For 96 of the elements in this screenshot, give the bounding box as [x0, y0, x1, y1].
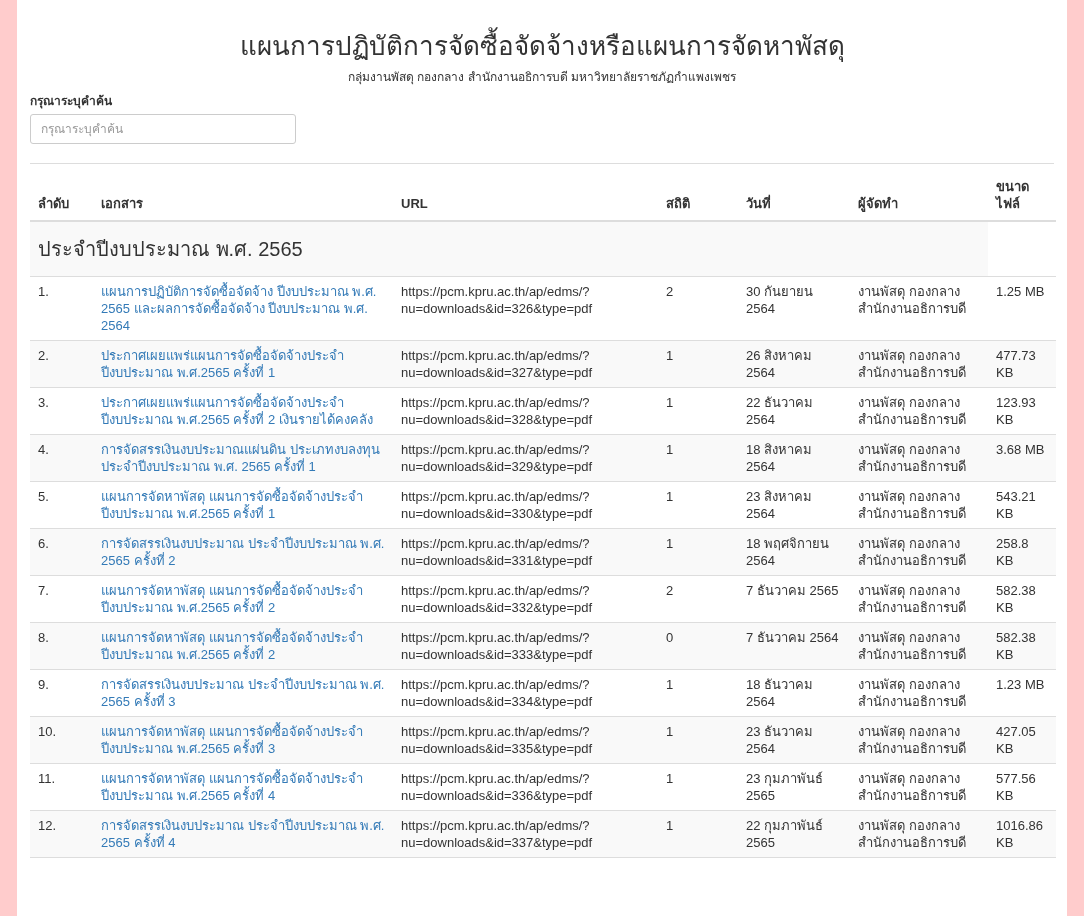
table-cell-text: 1: [666, 441, 675, 458]
document-link[interactable]: แผนการจัดหาพัสดุ แผนการจัดซื้อจัดจ้างประจำปีงบประมาณ พ.ศ.2565 ครั้งที่ 3: [101, 723, 385, 757]
table-cell-text: งานพัสดุ กองกลาง สำนักงานอธิการบดี: [858, 347, 967, 381]
table-cell-text: 30 กันยายน 2564: [746, 283, 815, 317]
table-cell-text: 4.: [38, 441, 50, 458]
page-title: แผนการปฏิบัติการจัดซื้อจัดจ้างหรือแผนการจัดหาพัสดุ: [30, 28, 1054, 64]
table-cell-text: 1: [666, 723, 675, 740]
column-header: วันที่: [746, 196, 771, 211]
table-cell-text: งานพัสดุ กองกลาง สำนักงานอธิการบดี: [858, 723, 967, 757]
table-cell-text: 10.: [38, 723, 58, 740]
table-cell-text: 258.8 KB: [996, 535, 1030, 569]
document-link[interactable]: ประกาศเผยแพร่แผนการจัดซื้อจัดจ้างประจำปีงบประมาณ พ.ศ.2565 ครั้งที่ 2 เงินรายได้คงคลัง: [101, 394, 385, 428]
table-cell-text: 2: [666, 283, 675, 300]
column-header: ผู้จัดทำ: [858, 196, 898, 211]
table-cell-text: 11.: [38, 770, 57, 787]
table-cell-text: https://pcm.kpru.ac.th/ap/edms/?nu=downloads&id=336&type=pdf: [401, 770, 594, 804]
table-cell-text: 2.: [38, 347, 50, 364]
table-cell-text: 7 ธันวาคม 2564: [746, 629, 840, 646]
table-cell-text: 26 สิงหาคม 2564: [746, 347, 814, 381]
table-cell-text: https://pcm.kpru.ac.th/ap/edms/?nu=downloads&id=333&type=pdf: [401, 629, 594, 663]
column-header: ขนาดไฟล์: [996, 179, 1029, 211]
column-header: URL: [401, 196, 428, 211]
table-cell-text: 1.25 MB: [996, 283, 1046, 300]
table-cell-text: 9.: [38, 676, 50, 693]
document-link[interactable]: การจัดสรรเงินงบประมาณแผ่นดิน ประเภทงบลงทุน ประจำปีงบประมาณ พ.ศ. 2565 ครั้งที่ 1: [101, 441, 385, 475]
table-cell-text: https://pcm.kpru.ac.th/ap/edms/?nu=downloads&id=335&type=pdf: [401, 723, 594, 757]
table-cell-text: 1: [666, 676, 675, 693]
table-cell-text: 577.56 KB: [996, 770, 1037, 804]
search-field[interactable]: กรุณาระบุคำค้น: [30, 114, 296, 144]
table-cell-text: 18 ธันวาคม 2564: [746, 676, 815, 710]
table-cell-text: 3.68 MB: [996, 441, 1046, 458]
group-heading: ประจำปีงบประมาณ พ.ศ. 2565: [38, 238, 303, 260]
document-link[interactable]: แผนการจัดหาพัสดุ แผนการจัดซื้อจัดจ้างประจำปีงบประมาณ พ.ศ.2565 ครั้งที่ 2: [101, 582, 385, 616]
table-cell-text: 123.93 KB: [996, 394, 1037, 428]
table-cell-text: งานพัสดุ กองกลาง สำนักงานอธิการบดี: [858, 441, 967, 475]
document-link[interactable]: ประกาศเผยแพร่แผนการจัดซื้อจัดจ้างประจำปีงบประมาณ พ.ศ.2565 ครั้งที่ 1: [101, 347, 385, 381]
table-cell-text: 7.: [38, 582, 50, 599]
table-cell-text: https://pcm.kpru.ac.th/ap/edms/?nu=downloads&id=332&type=pdf: [401, 582, 594, 616]
table-cell-text: 18 สิงหาคม 2564: [746, 441, 814, 475]
search-label: กรุณาระบุคำค้น: [30, 93, 112, 110]
document-link[interactable]: แผนการจัดหาพัสดุ แผนการจัดซื้อจัดจ้างประจำปีงบประมาณ พ.ศ.2565 ครั้งที่ 2: [101, 629, 385, 663]
table-cell-text: https://pcm.kpru.ac.th/ap/edms/?nu=downloads&id=331&type=pdf: [401, 535, 594, 569]
column-header: สถิติ: [666, 196, 690, 211]
table-cell-text: งานพัสดุ กองกลาง สำนักงานอธิการบดี: [858, 283, 967, 317]
table-cell-text: 1: [666, 347, 675, 364]
table-cell-text: งานพัสดุ กองกลาง สำนักงานอธิการบดี: [858, 582, 967, 616]
table-cell-text: 1.23 MB: [996, 676, 1046, 693]
page-subtitle: กลุ่มงานพัสดุ กองกลาง สำนักงานอธิการบดี มหาวิทยาลัยราชภัฏกำแพงเพชร: [347, 69, 737, 86]
table-cell-text: งานพัสดุ กองกลาง สำนักงานอธิการบดี: [858, 488, 967, 522]
table-cell-text: งานพัสดุ กองกลาง สำนักงานอธิการบดี: [858, 770, 967, 804]
table-cell-text: 582.38 KB: [996, 582, 1037, 616]
column-header: ลำดับ: [38, 196, 69, 211]
document-link[interactable]: การจัดสรรเงินงบประมาณ ประจำปีงบประมาณ พ.ศ. 2565 ครั้งที่ 3: [101, 676, 385, 710]
table-cell-text: 23 กุมภาพันธ์ 2565: [746, 770, 825, 804]
table-cell-text: งานพัสดุ กองกลาง สำนักงานอธิการบดี: [858, 629, 967, 663]
table-cell-text: 477.73 KB: [996, 347, 1037, 381]
column-header: เอกสาร: [101, 196, 143, 211]
document-link[interactable]: แผนการจัดหาพัสดุ แผนการจัดซื้อจัดจ้างประจำปีงบประมาณ พ.ศ.2565 ครั้งที่ 4: [101, 770, 385, 804]
document-link[interactable]: การจัดสรรเงินงบประมาณ ประจำปีงบประมาณ พ.ศ. 2565 ครั้งที่ 4: [101, 817, 385, 851]
table-cell-text: 7 ธันวาคม 2565: [746, 582, 840, 599]
table-cell-text: 1: [666, 394, 675, 411]
table-cell-text: 2: [666, 582, 675, 599]
table-cell-text: 12.: [38, 817, 58, 834]
table-cell-text: https://pcm.kpru.ac.th/ap/edms/?nu=downloads&id=328&type=pdf: [401, 394, 594, 428]
table-cell-text: 18 พฤศจิกายน 2564: [746, 535, 831, 569]
table-cell-text: 1.: [38, 283, 50, 300]
table-cell-text: งานพัสดุ กองกลาง สำนักงานอธิการบดี: [858, 676, 967, 710]
table-cell-text: 22 ธันวาคม 2564: [746, 394, 815, 428]
table-cell-text: งานพัสดุ กองกลาง สำนักงานอธิการบดี: [858, 817, 967, 851]
table-cell-text: 0: [666, 629, 675, 646]
table-cell-text: 1016.86 KB: [996, 817, 1044, 851]
table-cell-text: 427.05 KB: [996, 723, 1037, 757]
document-link[interactable]: แผนการปฏิบัติการจัดซื้อจัดจ้าง ปีงบประมาณ พ.ศ. 2565 และผลการจัดซื้อจัดจ้าง ปีงบประมาณ พ.ศ. 2564: [101, 283, 385, 334]
table-cell-text: 1: [666, 817, 675, 834]
table-cell-text: https://pcm.kpru.ac.th/ap/edms/?nu=downloads&id=330&type=pdf: [401, 488, 594, 522]
table-cell-text: 3.: [38, 394, 50, 411]
table-cell-text: 1: [666, 770, 675, 787]
document-link[interactable]: แผนการจัดหาพัสดุ แผนการจัดซื้อจัดจ้างประจำปีงบประมาณ พ.ศ.2565 ครั้งที่ 1: [101, 488, 385, 522]
table-cell-text: 1: [666, 535, 675, 552]
table-cell-text: https://pcm.kpru.ac.th/ap/edms/?nu=downloads&id=326&type=pdf: [401, 283, 594, 317]
table-cell-text: 22 กุมภาพันธ์ 2565: [746, 817, 825, 851]
table-cell-text: 5.: [38, 488, 50, 505]
table-cell-text: 582.38 KB: [996, 629, 1037, 663]
table-cell-text: 543.21 KB: [996, 488, 1037, 522]
document-link[interactable]: การจัดสรรเงินงบประมาณ ประจำปีงบประมาณ พ.ศ. 2565 ครั้งที่ 2: [101, 535, 385, 569]
table-cell-text: https://pcm.kpru.ac.th/ap/edms/?nu=downloads&id=329&type=pdf: [401, 441, 594, 475]
table-cell-text: https://pcm.kpru.ac.th/ap/edms/?nu=downloads&id=334&type=pdf: [401, 676, 594, 710]
table-cell-text: 23 สิงหาคม 2564: [746, 488, 814, 522]
table-cell-text: 6.: [38, 535, 50, 552]
table-cell-text: งานพัสดุ กองกลาง สำนักงานอธิการบดี: [858, 535, 967, 569]
table-cell-text: https://pcm.kpru.ac.th/ap/edms/?nu=downloads&id=327&type=pdf: [401, 347, 594, 381]
table-cell-text: 1: [666, 488, 675, 505]
table-cell-text: 8.: [38, 629, 50, 646]
table-cell-text: https://pcm.kpru.ac.th/ap/edms/?nu=downloads&id=337&type=pdf: [401, 817, 594, 851]
table-cell-text: งานพัสดุ กองกลาง สำนักงานอธิการบดี: [858, 394, 967, 428]
table-cell-text: 23 ธันวาคม 2564: [746, 723, 815, 757]
